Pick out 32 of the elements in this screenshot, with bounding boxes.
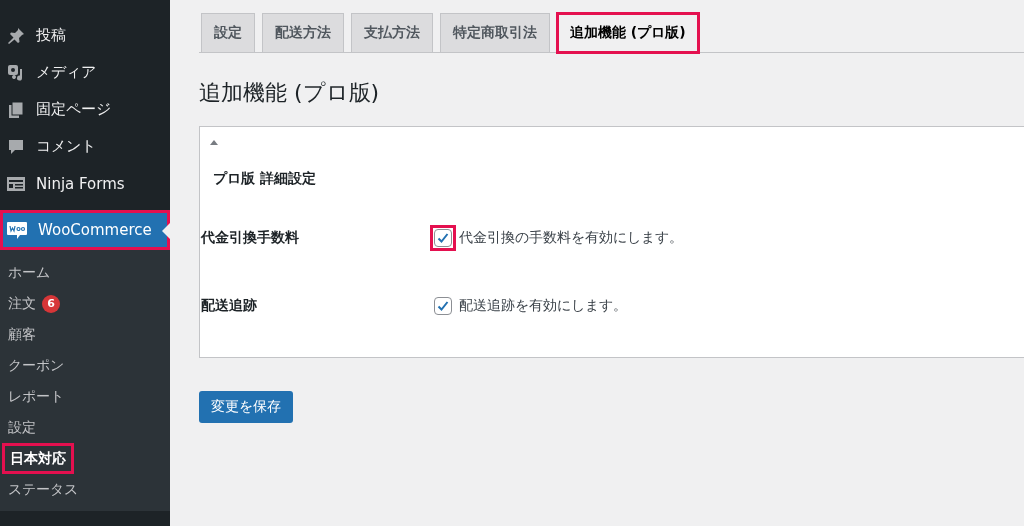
submenu-item[interactable]: 設定 — [0, 412, 170, 443]
menu-item[interactable]: WooCommerce — [0, 210, 170, 250]
tab[interactable]: 配送方法 — [262, 13, 344, 52]
checkbox-label: 配送追跡を有効にします。 — [459, 297, 627, 315]
checkbox[interactable] — [434, 229, 452, 247]
menu-item[interactable]: メディア — [0, 54, 170, 91]
menu-item[interactable]: 固定ページ — [0, 91, 170, 128]
tab[interactable]: 設定 — [201, 13, 255, 52]
submenu-item[interactable]: 注文 6 — [0, 288, 170, 319]
tab[interactable]: 特定商取引法 — [440, 13, 550, 52]
submenu-item[interactable]: レポート — [0, 381, 170, 412]
menu-item[interactable]: 投稿 — [0, 17, 170, 54]
menu-item[interactable]: コメント — [0, 128, 170, 165]
submenu-item[interactable]: ホーム — [0, 257, 170, 288]
woo-icon — [6, 219, 28, 241]
save-button[interactable]: 変更を保存 — [199, 391, 293, 423]
submenu-item[interactable]: 顧客 — [0, 319, 170, 350]
count-badge: 6 — [42, 294, 60, 313]
checkbox-label: 代金引換の手数料を有効にします。 — [459, 229, 683, 247]
tab[interactable]: 追加機能 (プロ版) — [557, 13, 699, 53]
checkbox[interactable] — [434, 297, 452, 315]
setting-label: 配送追跡 — [200, 297, 258, 315]
page-title: 追加機能 (プロ版) — [199, 79, 381, 107]
pages-icon — [6, 99, 26, 120]
tab[interactable]: 支払方法 — [351, 13, 433, 52]
pin-icon — [6, 25, 26, 46]
section-title: プロ版 詳細設定 — [213, 170, 317, 188]
setting-label: 代金引換手数料 — [200, 229, 300, 247]
submenu-item[interactable]: 日本対応 — [2, 443, 74, 474]
menu-item[interactable]: Ninja Forms — [0, 165, 170, 202]
submenu-item[interactable]: ステータス — [0, 474, 170, 505]
submenu-item[interactable]: クーポン — [0, 350, 170, 381]
